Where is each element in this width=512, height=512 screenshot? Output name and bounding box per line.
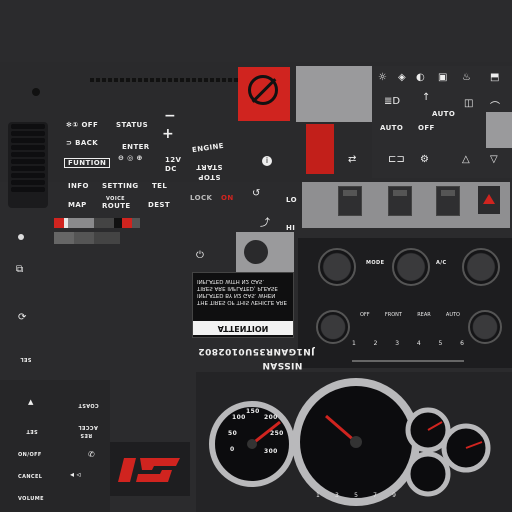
dest-label: DEST <box>148 201 171 209</box>
screw-dot <box>32 88 40 96</box>
auto-label: AUTO <box>432 110 456 118</box>
info-icon: i <box>262 156 272 166</box>
coast-label: COAST <box>78 402 99 408</box>
speed-tick-1: 50 <box>228 430 238 437</box>
switch-2[interactable] <box>388 186 412 216</box>
light-icon: ☼ <box>378 72 387 83</box>
hi-label: HI <box>286 224 296 232</box>
vin-make: NISSAN <box>262 360 303 370</box>
copy-icon: ⧉ <box>16 264 24 275</box>
tach-ticks: 13579 <box>316 492 396 499</box>
start-label: START <box>196 163 223 171</box>
speaker-grille <box>8 122 48 208</box>
fog-icon: ◈ <box>398 72 406 83</box>
dial-icons: ⊖ ◎ ⊕ <box>118 154 143 162</box>
hazard-button[interactable] <box>478 186 500 214</box>
sticker-body: THE TIRES OF THIS VEHICLE ARE INFLATED B… <box>197 278 288 305</box>
fan-knob[interactable] <box>392 248 430 286</box>
gray-tab <box>486 112 512 148</box>
slider-bar <box>352 360 464 362</box>
climate-numbers: 123456 <box>352 340 464 347</box>
interior-icon: ▣ <box>438 72 448 83</box>
speed-tick-4: 200 <box>264 414 278 421</box>
enter-label: ENTER <box>122 143 150 151</box>
lock-label: LOCK <box>190 194 213 202</box>
vin-code: JN1GANR35U0102802 <box>198 346 315 356</box>
gear-icon: ⚙ <box>420 154 429 165</box>
gray-panel <box>296 66 372 122</box>
lo-label: LO <box>286 196 297 204</box>
dot-icon <box>18 234 24 240</box>
speed-tick-0: 0 <box>230 446 235 453</box>
ac-label: A/C <box>436 260 447 266</box>
status-label: STATUS <box>116 121 149 129</box>
plus-icon: + <box>162 126 175 142</box>
switch-1[interactable] <box>338 186 362 216</box>
res-label: RES <box>80 432 93 438</box>
switch-3[interactable] <box>436 186 460 216</box>
no-phone-warning <box>238 67 290 121</box>
route-label: ROUTE <box>102 202 131 210</box>
on-off-label: ON/OFF <box>18 452 42 458</box>
color-swatch-strip <box>54 218 140 228</box>
temp-knob-left[interactable] <box>318 248 356 286</box>
v12-label: 12V <box>165 156 182 164</box>
seat-icon: ♨ <box>462 72 471 83</box>
speed-tick-2: 100 <box>232 414 246 421</box>
info-label: INFO <box>68 182 89 190</box>
defrost-icon: ⌒ <box>490 102 500 113</box>
phone-icon: ✆ <box>88 450 95 459</box>
cancel-label: CANCEL <box>18 474 43 480</box>
speed-tick-3: 150 <box>246 408 260 415</box>
oil-off-label: ✻① OFF <box>66 121 99 129</box>
speed-tick-6: 300 <box>264 448 278 455</box>
tire-icon: ⟳ <box>18 312 27 323</box>
minus-icon: − <box>164 108 177 124</box>
map-label: MAP <box>68 201 87 209</box>
accel-label: ACCEL <box>78 424 98 430</box>
gauge-cluster <box>209 378 491 506</box>
volume-label: VOLUME <box>18 496 44 502</box>
back-label: ⊃ BACK <box>66 139 99 147</box>
stop-label: STOP <box>198 173 221 181</box>
power-icon: ⏻ <box>196 250 204 261</box>
mirror-icon: ⬒ <box>490 72 500 83</box>
tel-label: TEL <box>152 182 168 190</box>
function-label[interactable]: FUNTION <box>64 158 111 168</box>
voice-icon: ◂ ◃ <box>70 470 81 479</box>
logo-mark <box>118 458 180 482</box>
dc-label: DC <box>165 165 177 173</box>
tire-sticker: THE TIRES OF THIS VEHICLE ARE INFLATED B… <box>192 272 294 338</box>
on-label: ON <box>221 194 234 202</box>
up-caret-icon: ▲ <box>28 398 34 406</box>
brand-logo <box>110 442 190 496</box>
wiper-icon: ⤴ <box>260 218 270 229</box>
auto-label-2: AUTO <box>380 124 404 132</box>
arrows-icon: ⇄ <box>348 154 357 165</box>
small-label-1: SEL <box>20 356 32 362</box>
warning-tri-icon: △ <box>462 154 470 165</box>
mode-label: MODE <box>366 260 385 266</box>
bottom-left-panel <box>0 380 110 512</box>
temp-knob-right[interactable] <box>462 248 500 286</box>
camera-icon: ◫ <box>464 98 474 109</box>
speed-tick-5: 250 <box>270 430 284 437</box>
off-label: OFF <box>418 124 435 132</box>
lamp-icon: ◐ <box>416 72 425 83</box>
knob-lower-left[interactable] <box>316 310 350 344</box>
gray-swatches <box>54 232 120 244</box>
arrow-icon: ↺ <box>252 188 261 199</box>
round-button[interactable] <box>244 240 268 264</box>
setting-label: SETTING <box>102 182 139 190</box>
set-label: SET <box>26 428 38 434</box>
reverse-tri-icon: ▽ <box>490 154 498 165</box>
vent-strip <box>90 78 240 82</box>
knob-lower-right[interactable] <box>468 310 502 344</box>
sticker-title: ATTENTION <box>193 321 293 335</box>
car-icon: ⊏⊐ <box>388 154 405 165</box>
climate-lower-labels: OFF FRONT REAR AUTO <box>360 312 460 318</box>
headlight-icon: ≣D <box>384 96 401 107</box>
red-block <box>306 124 334 174</box>
up-arrow-icon: ↑ <box>422 92 431 103</box>
